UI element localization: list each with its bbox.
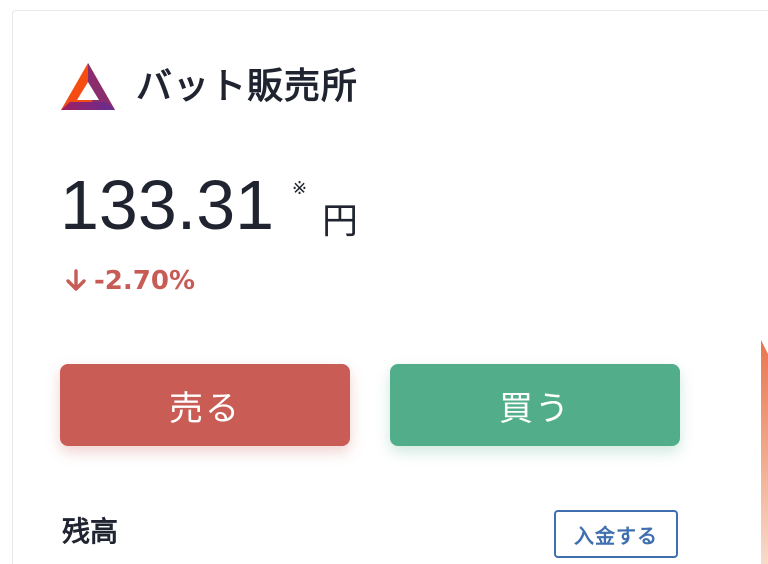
bat-triangle-logo-icon bbox=[61, 63, 115, 110]
exchange-page: バット販売所 133.31 ※ 円 -2.70% 売る 買う 残高 入金する bbox=[0, 0, 768, 564]
deposit-button[interactable]: 入金する bbox=[554, 510, 678, 558]
sell-button[interactable]: 売る bbox=[60, 364, 350, 446]
price-display: 133.31 ※ 円 bbox=[60, 170, 420, 250]
price-unit: 円 bbox=[322, 201, 359, 242]
card-header: バット販売所 bbox=[60, 62, 358, 112]
buy-button[interactable]: 買う bbox=[390, 364, 680, 446]
price-value: 133.31 bbox=[60, 166, 275, 244]
adjacent-card-edge bbox=[761, 340, 768, 564]
page-title: バット販売所 bbox=[136, 66, 359, 107]
balance-label: 残高 bbox=[62, 515, 119, 548]
price-note-mark: ※ bbox=[292, 178, 308, 199]
price-change-text: -2.70% bbox=[94, 266, 195, 296]
price-change: -2.70% bbox=[64, 268, 195, 294]
arrow-down-icon bbox=[66, 269, 86, 291]
